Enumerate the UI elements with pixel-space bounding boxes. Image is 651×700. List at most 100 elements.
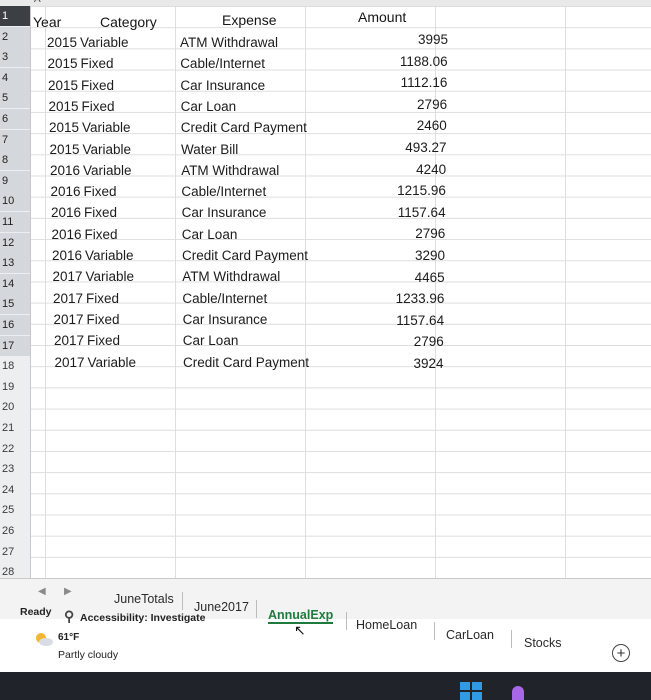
cell-amount[interactable]: 2796: [364, 334, 444, 349]
worksheet-grid[interactable]: [31, 6, 651, 578]
windows-start-icon[interactable]: [460, 682, 482, 700]
cell-amount[interactable]: 3924: [364, 356, 443, 371]
next-sheet-icon[interactable]: ▶: [64, 586, 72, 597]
row-number[interactable]: 25: [0, 500, 30, 520]
cell-category[interactable]: Variable: [83, 142, 132, 157]
cell-expense[interactable]: Cable/Internet: [182, 291, 267, 306]
row-number[interactable]: 16: [0, 315, 30, 335]
cell-category[interactable]: Fixed: [82, 99, 115, 114]
cell-expense[interactable]: Car Insurance: [180, 78, 265, 93]
row-number[interactable]: 21: [0, 418, 30, 438]
cell-category[interactable]: Fixed: [86, 291, 119, 306]
row-number[interactable]: 26: [0, 521, 30, 541]
cell-category[interactable]: Fixed: [84, 205, 117, 220]
cell-amount[interactable]: 1233.96: [364, 291, 445, 306]
cell-category[interactable]: Variable: [86, 269, 135, 284]
accessibility-icon[interactable]: ⚲: [64, 608, 74, 625]
row-number[interactable]: 8: [0, 150, 30, 171]
cell-category[interactable]: Variable: [80, 35, 129, 50]
cell-year[interactable]: 2015: [49, 120, 79, 135]
cell-amount[interactable]: 493.27: [367, 140, 446, 155]
cell-amount[interactable]: 2460: [367, 118, 447, 133]
row-number[interactable]: 7: [0, 129, 30, 150]
cell-expense[interactable]: ATM Withdrawal: [182, 269, 280, 284]
cell-year[interactable]: 2015: [48, 56, 78, 71]
taskbar-app-icon[interactable]: [512, 686, 524, 700]
cell-year[interactable]: 2017: [53, 269, 83, 284]
cell-year[interactable]: 2015: [48, 78, 78, 93]
cell-year[interactable]: 2015: [50, 142, 80, 157]
row-number[interactable]: 20: [0, 397, 30, 417]
cell-amount[interactable]: 3995: [368, 32, 448, 47]
row-number[interactable]: 27: [0, 542, 30, 562]
cell-year[interactable]: 2016: [51, 184, 81, 199]
row-number[interactable]: 22: [0, 439, 30, 459]
cell-category[interactable]: Fixed: [81, 78, 114, 93]
tab-junetotals[interactable]: JuneTotals: [114, 592, 174, 606]
cell-category[interactable]: Fixed: [87, 333, 120, 348]
header-category[interactable]: Category: [100, 14, 157, 30]
row-number[interactable]: 5: [0, 88, 30, 109]
column-header-a[interactable]: A: [34, 0, 41, 5]
cell-category[interactable]: Fixed: [85, 227, 118, 242]
cell-year[interactable]: 2017: [54, 312, 84, 327]
cell-expense[interactable]: Car Insurance: [182, 205, 267, 220]
cell-category[interactable]: Fixed: [81, 56, 114, 71]
cell-year[interactable]: 2016: [52, 248, 82, 263]
tab-stocks[interactable]: Stocks: [524, 636, 562, 650]
cell-expense[interactable]: Cable/Internet: [181, 184, 266, 199]
cell-expense[interactable]: Water Bill: [181, 142, 238, 157]
cell-category[interactable]: Fixed: [84, 184, 117, 199]
cell-amount[interactable]: 2796: [365, 226, 445, 241]
header-amount[interactable]: Amount: [358, 9, 406, 25]
cell-amount[interactable]: 1157.64: [364, 313, 444, 328]
tab-homeloan[interactable]: HomeLoan: [356, 618, 417, 632]
row-number[interactable]: 14: [0, 273, 30, 294]
cell-expense[interactable]: Cable/Internet: [180, 56, 265, 71]
row-number[interactable]: 17: [0, 335, 30, 356]
cell-expense[interactable]: Car Loan: [183, 333, 239, 348]
cell-expense[interactable]: Credit Card Payment: [183, 355, 309, 370]
row-number[interactable]: 15: [0, 294, 30, 315]
row-number[interactable]: 19: [0, 377, 30, 397]
cell-expense[interactable]: Car Loan: [181, 99, 237, 114]
cell-amount[interactable]: 1112.16: [367, 75, 448, 90]
row-number[interactable]: 18: [0, 356, 30, 376]
cell-expense[interactable]: ATM Withdrawal: [181, 163, 279, 178]
row-number[interactable]: 9: [0, 170, 30, 191]
add-sheet-icon[interactable]: +: [612, 644, 630, 662]
partly-cloudy-icon[interactable]: [34, 632, 54, 646]
cell-year[interactable]: 2015: [47, 35, 77, 50]
row-number[interactable]: 3: [0, 47, 30, 68]
row-number[interactable]: 10: [0, 191, 30, 212]
cell-year[interactable]: 2017: [55, 355, 85, 370]
tab-carloan[interactable]: CarLoan: [446, 628, 494, 642]
cell-category[interactable]: Variable: [82, 120, 131, 135]
cell-year[interactable]: 2017: [54, 333, 84, 348]
row-number[interactable]: 11: [0, 212, 30, 232]
row-number[interactable]: 13: [0, 253, 30, 274]
prev-sheet-icon[interactable]: ◀: [38, 586, 46, 597]
cell-category[interactable]: Fixed: [87, 312, 120, 327]
cell-amount[interactable]: 1215.96: [366, 183, 446, 198]
cell-amount[interactable]: 1157.64: [366, 205, 446, 220]
cell-category[interactable]: Variable: [88, 355, 137, 370]
cell-year[interactable]: 2016: [51, 205, 81, 220]
row-number[interactable]: 2: [0, 26, 30, 47]
cell-amount[interactable]: 1188.06: [368, 54, 448, 69]
row-number[interactable]: 12: [0, 232, 30, 253]
cell-expense[interactable]: ATM Withdrawal: [180, 35, 278, 50]
cell-amount[interactable]: 3290: [365, 248, 445, 263]
header-year[interactable]: Year: [33, 14, 61, 30]
cell-amount[interactable]: 2796: [367, 97, 447, 112]
row-number[interactable]: 4: [0, 67, 30, 88]
cell-year[interactable]: 2016: [52, 227, 82, 242]
cell-expense[interactable]: Car Loan: [182, 227, 238, 242]
cell-amount[interactable]: 4465: [365, 270, 445, 285]
cell-year[interactable]: 2016: [50, 163, 80, 178]
cell-amount[interactable]: 4240: [366, 162, 446, 177]
row-number[interactable]: 23: [0, 459, 30, 479]
cell-year[interactable]: 2015: [49, 99, 79, 114]
row-number[interactable]: 6: [0, 109, 30, 129]
row-number[interactable]: 1: [0, 6, 30, 26]
